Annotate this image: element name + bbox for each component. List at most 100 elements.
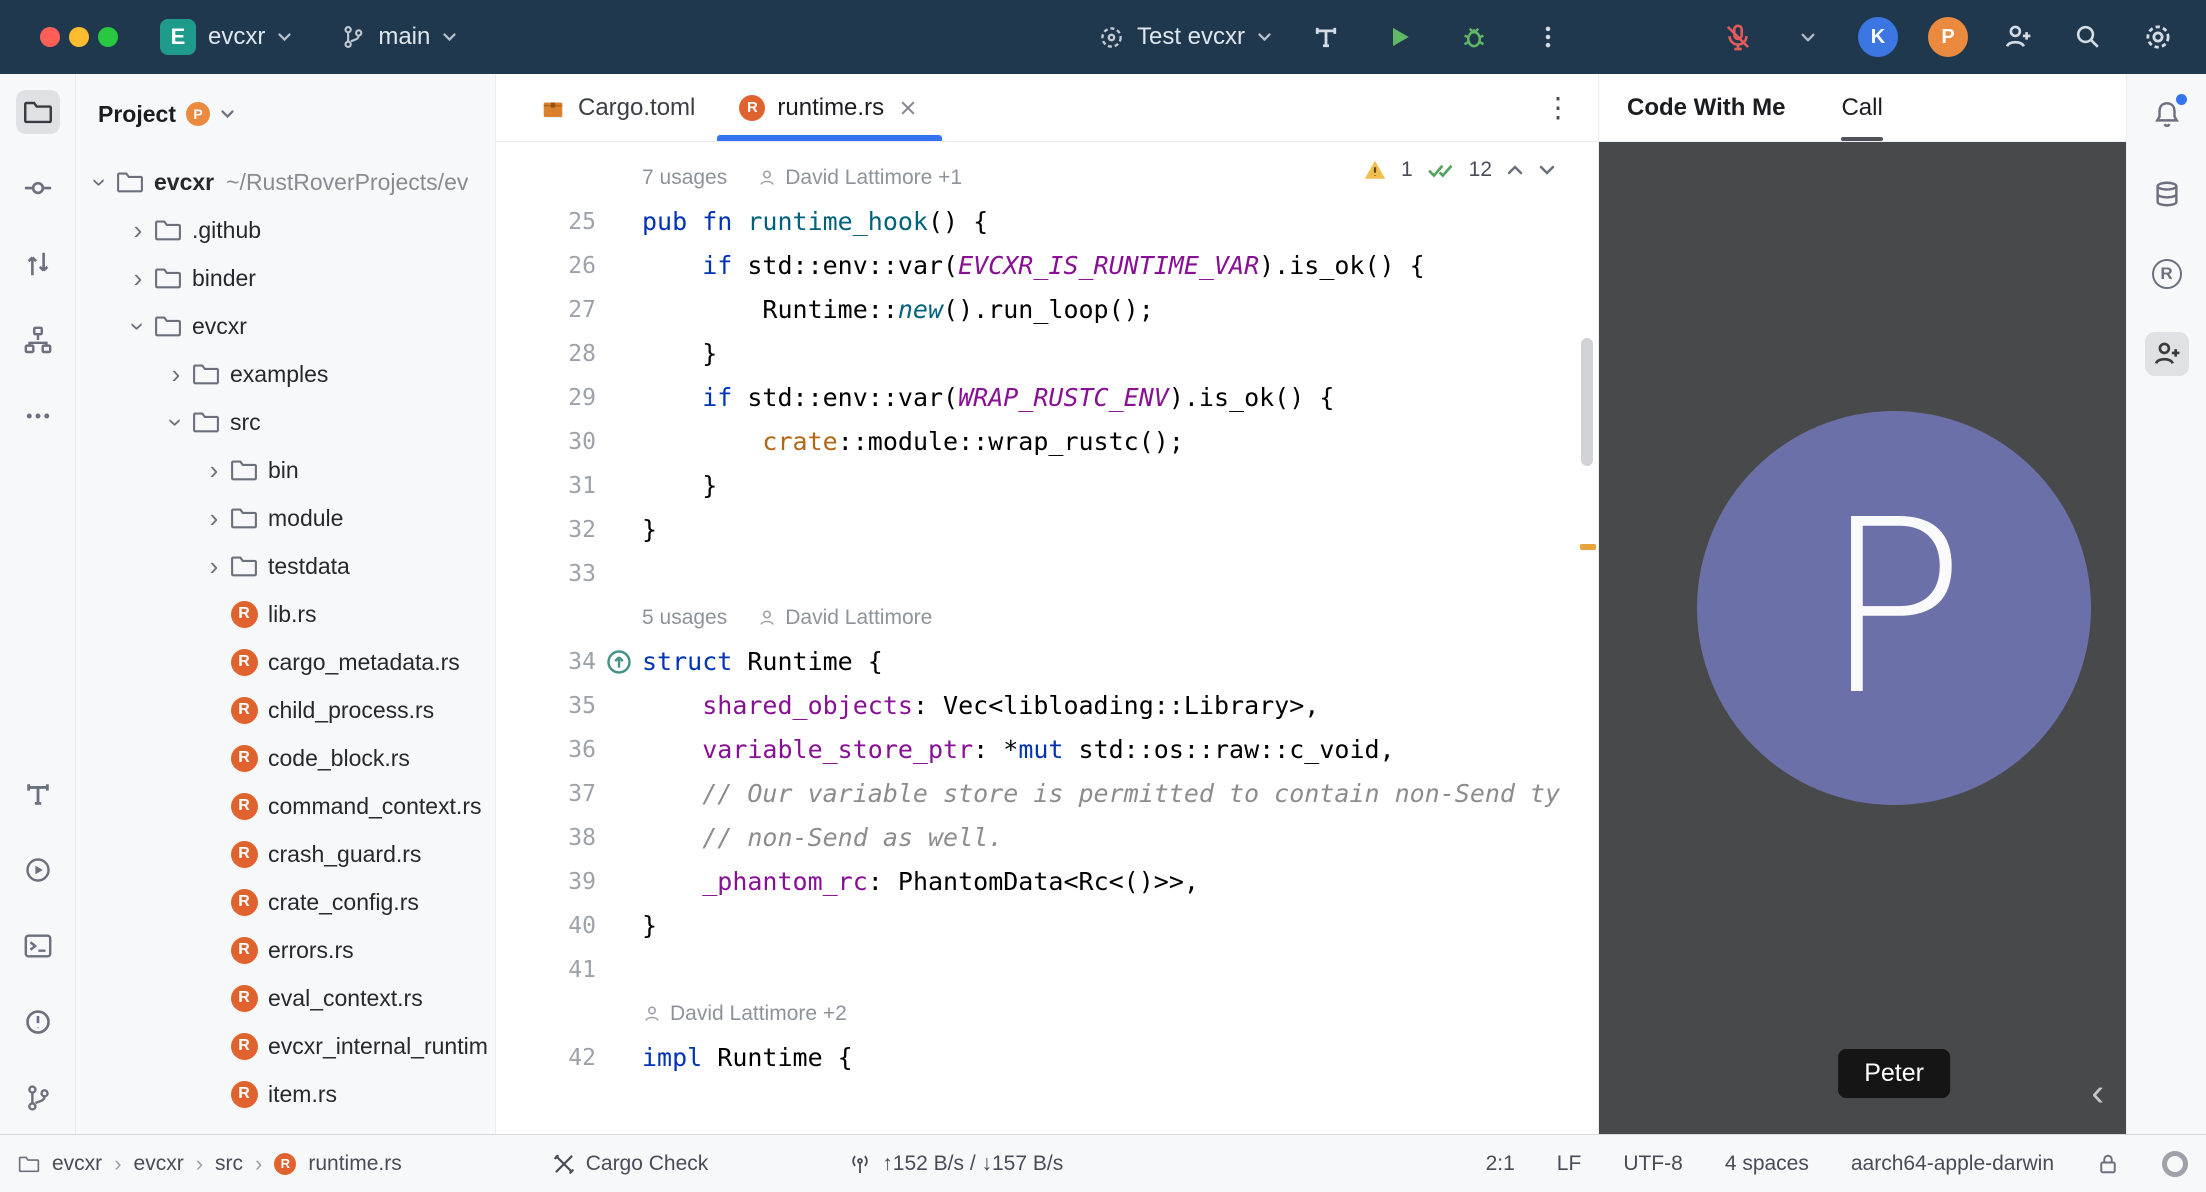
services-tool-button[interactable]	[16, 848, 60, 892]
tree-chevron-icon[interactable]: ›	[200, 551, 228, 582]
problems-tool-button[interactable]	[16, 1000, 60, 1044]
editor-line[interactable]: 5 usagesDavid Lattimore	[496, 596, 1598, 640]
tree-item[interactable]: Rcrate_config.rs	[76, 878, 495, 926]
tree-chevron-icon[interactable]: ›	[123, 312, 154, 340]
tree-item[interactable]: ›evcxr	[76, 302, 495, 350]
tree-chevron-icon[interactable]: ›	[200, 455, 228, 486]
breadcrumb[interactable]: runtime.rs	[308, 1152, 401, 1176]
code-line-text[interactable]	[642, 552, 1598, 596]
code-line-text[interactable]: impl Runtime {	[642, 1036, 1598, 1080]
tree-item[interactable]: ›src	[76, 398, 495, 446]
avatar[interactable]: P	[1928, 17, 1968, 57]
tree-item[interactable]: Rcargo_metadata.rs	[76, 638, 495, 686]
editor-line[interactable]: 27 Runtime::new().run_loop();	[496, 288, 1598, 332]
editor-line[interactable]: 28 }	[496, 332, 1598, 376]
line-number[interactable]: 41	[496, 948, 596, 992]
code-line-text[interactable]: _phantom_rc: PhantomData<Rc<()>>,	[642, 860, 1598, 904]
tree-item[interactable]: Rcrash_guard.rs	[76, 830, 495, 878]
line-number[interactable]	[496, 156, 596, 200]
code-line-text[interactable]: }	[642, 464, 1598, 508]
avatar[interactable]: K	[1858, 17, 1898, 57]
editor-line[interactable]: 38 // non-Send as well.	[496, 816, 1598, 860]
tree-item[interactable]: ›bin	[76, 446, 495, 494]
background-task-indicator[interactable]	[2162, 1151, 2188, 1177]
rust-tool-button[interactable]: R	[2145, 252, 2189, 296]
build-tool-button[interactable]	[16, 772, 60, 816]
tree-item[interactable]: Rcode_block.rs	[76, 734, 495, 782]
tree-chevron-icon[interactable]: ›	[161, 408, 192, 436]
code-line-text[interactable]: }	[642, 904, 1598, 948]
tree-item[interactable]: Revcxr_internal_runtim	[76, 1022, 495, 1070]
tree-chevron-icon[interactable]: ›	[162, 359, 190, 390]
debug-button[interactable]	[1454, 17, 1494, 57]
tree-chevron-icon[interactable]: ›	[200, 503, 228, 534]
code-line-text[interactable]: shared_objects: Vec<libloading::Library>…	[642, 684, 1598, 728]
participants-tool-button[interactable]	[2145, 332, 2189, 376]
code-line-text[interactable]: if std::env::var(WRAP_RUSTC_ENV).is_ok()…	[642, 376, 1598, 420]
editor-line[interactable]: 26 if std::env::var(EVCXR_IS_RUNTIME_VAR…	[496, 244, 1598, 288]
line-number[interactable]: 31	[496, 464, 596, 508]
tree-item[interactable]: ›examples	[76, 350, 495, 398]
settings-button[interactable]	[2138, 17, 2178, 57]
editor-line[interactable]: 29 if std::env::var(WRAP_RUSTC_ENV).is_o…	[496, 376, 1598, 420]
project-panel-header[interactable]: Project P	[76, 86, 495, 142]
tree-item[interactable]: Rchild_process.rs	[76, 686, 495, 734]
minimize-button[interactable]	[69, 27, 89, 47]
editor-line[interactable]: 34 struct Runtime {	[496, 640, 1598, 684]
run-configuration-selector[interactable]: Test evcxr	[1098, 23, 1272, 51]
author-inlay[interactable]: David Lattimore +2	[642, 992, 847, 1036]
code-editor[interactable]: 7 usagesDavid Lattimore +125pub fn runti…	[496, 142, 1598, 1134]
editor-line[interactable]: 33	[496, 552, 1598, 596]
database-tool-button[interactable]	[2145, 172, 2189, 216]
editor-line[interactable]: 37 // Our variable store is permitted to…	[496, 772, 1598, 816]
editor-line[interactable]: 41	[496, 948, 1598, 992]
line-number[interactable]: 30	[496, 420, 596, 464]
line-number[interactable]: 38	[496, 816, 596, 860]
code-line-text[interactable]: struct Runtime {	[642, 640, 1598, 684]
line-ending[interactable]: LF	[1557, 1152, 1582, 1176]
network-traffic-status[interactable]: ↑152 B/s / ↓157 B/s	[848, 1152, 1063, 1176]
line-number[interactable]: 35	[496, 684, 596, 728]
tree-chevron-icon[interactable]: ›	[85, 168, 116, 196]
code-line-text[interactable]: if std::env::var(EVCXR_IS_RUNTIME_VAR).i…	[642, 244, 1598, 288]
code-line-text[interactable]: // Our variable store is permitted to co…	[642, 772, 1598, 816]
tree-item[interactable]: Rcommand_context.rs	[76, 782, 495, 830]
tree-item[interactable]: Reval_context.rs	[76, 974, 495, 1022]
line-number[interactable]: 36	[496, 728, 596, 772]
previous-issue-icon[interactable]	[1506, 164, 1524, 176]
editor-line[interactable]: 39 _phantom_rc: PhantomData<Rc<()>>,	[496, 860, 1598, 904]
tree-item[interactable]: ›testdata	[76, 542, 495, 590]
caret-position[interactable]: 2:1	[1486, 1152, 1515, 1176]
line-number[interactable]: 32	[496, 508, 596, 552]
more-tools-button[interactable]	[16, 394, 60, 438]
indent-setting[interactable]: 4 spaces	[1725, 1152, 1809, 1176]
line-number[interactable]: 25	[496, 200, 596, 244]
build-button[interactable]	[1306, 17, 1346, 57]
structure-tool-button[interactable]	[16, 318, 60, 362]
line-number[interactable]: 27	[496, 288, 596, 332]
tree-chevron-icon[interactable]: ›	[124, 215, 152, 246]
commit-tool-button[interactable]	[16, 166, 60, 210]
code-line-text[interactable]: crate::module::wrap_rustc();	[642, 420, 1598, 464]
project-widget[interactable]: E evcxr	[160, 19, 292, 55]
implementations-gutter-icon[interactable]	[605, 648, 633, 676]
line-number[interactable]: 42	[496, 1036, 596, 1080]
editor-line[interactable]: 32}	[496, 508, 1598, 552]
collapse-controls-button[interactable]	[1788, 17, 1828, 57]
editor-line[interactable]: 36 variable_store_ptr: *mut std::os::raw…	[496, 728, 1598, 772]
editor-line[interactable]: 31 }	[496, 464, 1598, 508]
author-inlay[interactable]: David Lattimore +1	[757, 156, 962, 200]
editor-line[interactable]: 30 crate::module::wrap_rustc();	[496, 420, 1598, 464]
editor-line[interactable]: David Lattimore +2	[496, 992, 1598, 1036]
usages-inlay[interactable]: 5 usages	[642, 596, 727, 640]
editor-scrollbar[interactable]	[1581, 338, 1593, 466]
tab-call[interactable]: Call	[1841, 74, 1882, 141]
close-button[interactable]	[40, 27, 60, 47]
editor-line[interactable]: 42 impl Runtime {	[496, 1036, 1598, 1080]
tab-cargo-toml[interactable]: Cargo.toml	[518, 74, 717, 141]
line-number[interactable]: 34	[496, 640, 596, 684]
line-number[interactable]: 28	[496, 332, 596, 376]
build-target[interactable]: aarch64-apple-darwin	[1851, 1152, 2054, 1176]
line-number[interactable]	[496, 596, 596, 640]
version-control-tool-button[interactable]	[16, 1076, 60, 1120]
